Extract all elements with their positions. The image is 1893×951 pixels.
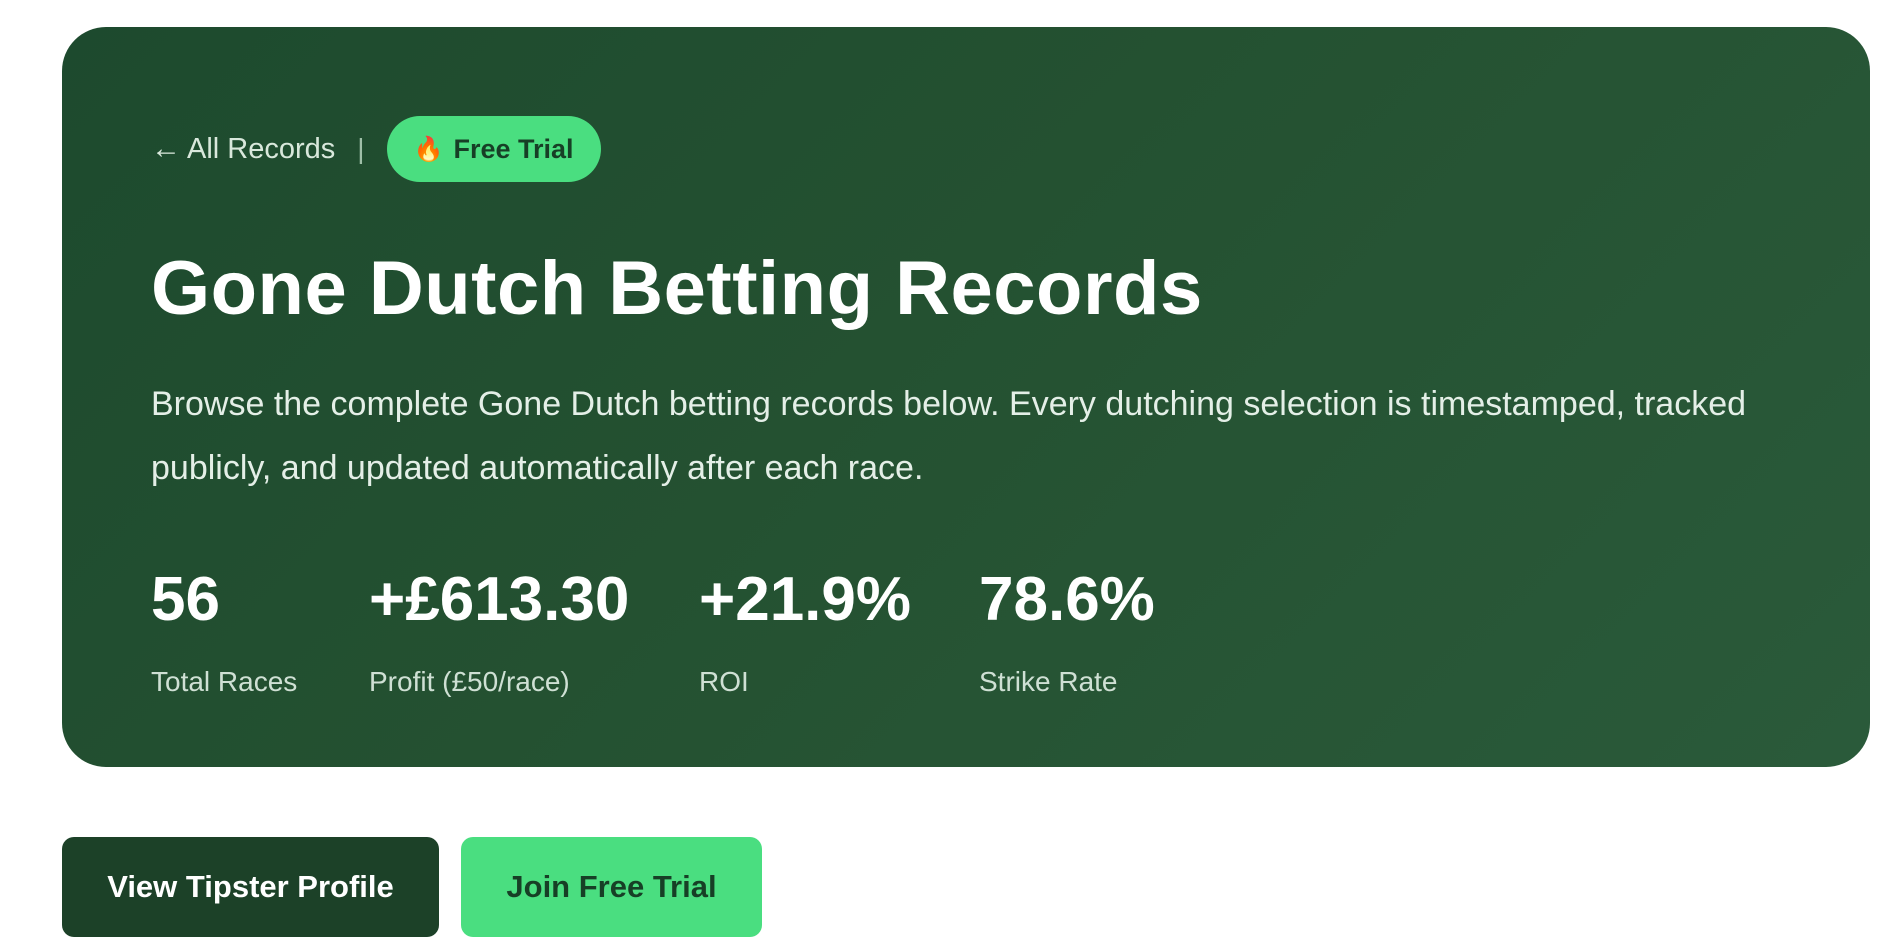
page-title: Gone Dutch Betting Records (151, 246, 1203, 331)
stat-value: +£613.30 (369, 565, 630, 634)
page-description: Browse the complete Gone Dutch betting r… (151, 385, 1747, 487)
hero-banner: ← All Records | 🔥 Free Trial Gone Dutch … (62, 27, 1870, 767)
stat-label: ROI (699, 666, 749, 697)
stat-roi: +21.9% ROI (699, 562, 979, 698)
back-arrow-icon: ← (151, 132, 181, 165)
fire-icon: 🔥 (413, 135, 444, 163)
stat-label: Strike Rate (979, 666, 1118, 697)
breadcrumb-divider: | (357, 133, 365, 164)
join-free-trial-button[interactable]: Join Free Trial (461, 837, 762, 937)
free-trial-badge-label: Free Trial (453, 133, 574, 164)
stat-total-races: 56 Total Races (151, 562, 369, 698)
stat-value: 56 (151, 565, 220, 634)
free-trial-badge[interactable]: 🔥 Free Trial (386, 116, 601, 182)
stat-value: 78.6% (979, 565, 1155, 634)
view-tipster-profile-button[interactable]: View Tipster Profile (62, 837, 439, 937)
hero-topline: ← All Records | 🔥 Free Trial (151, 116, 601, 182)
all-records-label: All Records (187, 132, 336, 165)
stats-row: 56 Total Races +£613.30 Profit (£50/race… (151, 562, 1239, 698)
stat-profit: +£613.30 Profit (£50/race) (369, 562, 699, 698)
all-records-link[interactable]: ← All Records (151, 132, 335, 166)
stat-label: Total Races (151, 666, 298, 697)
stat-label: Profit (£50/race) (369, 666, 570, 697)
stat-value: +21.9% (699, 565, 912, 634)
stat-strike-rate: 78.6% Strike Rate (979, 562, 1239, 698)
